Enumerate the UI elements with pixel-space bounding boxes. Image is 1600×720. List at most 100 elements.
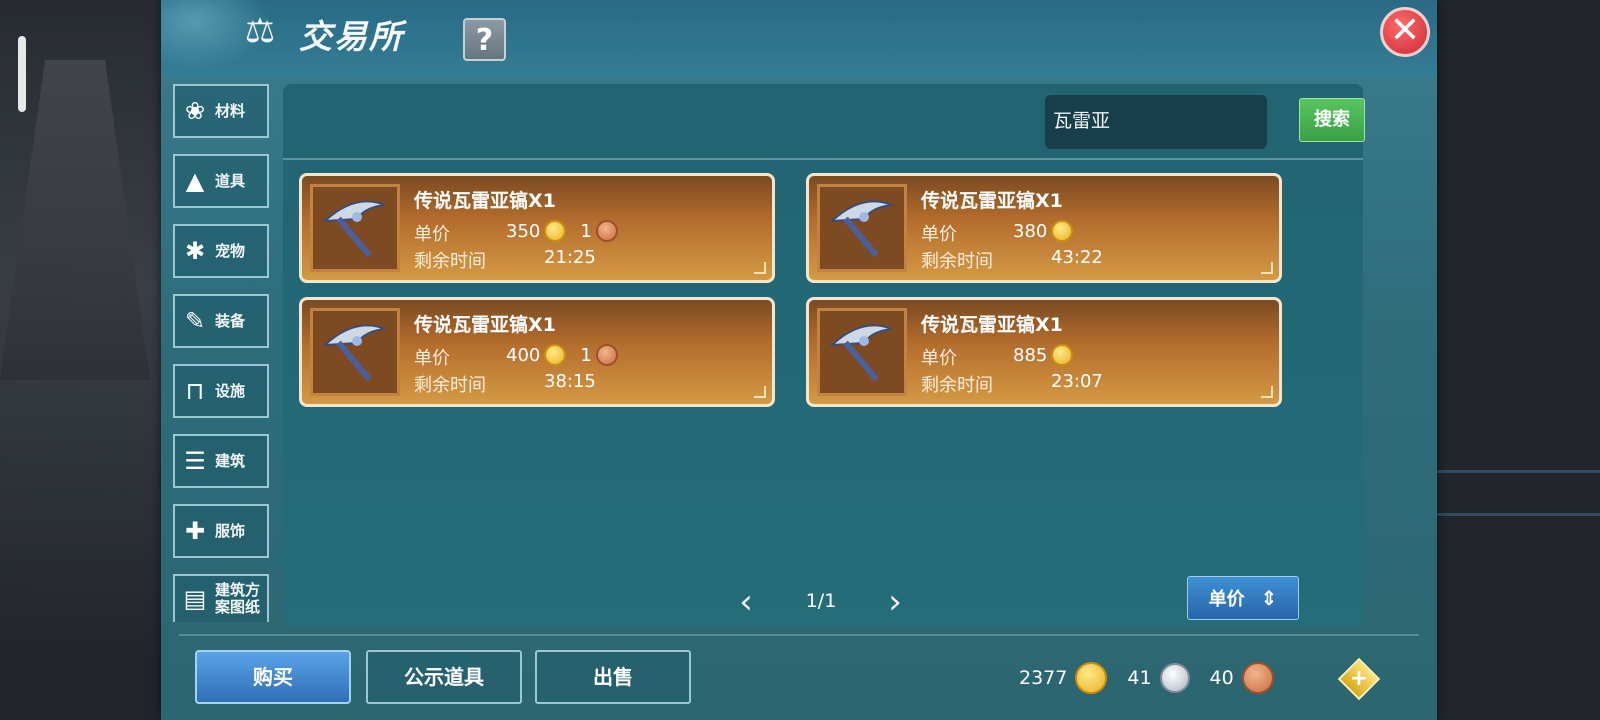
bronze-amount: 1 — [580, 220, 592, 242]
currency-bar: 2377 41 40 — [1019, 660, 1294, 696]
close-button[interactable]: ✕ — [1380, 7, 1430, 57]
close-icon: ✕ — [1389, 10, 1421, 51]
price-label: 单价 — [414, 348, 450, 369]
category-label: 装备 — [215, 311, 246, 330]
listing-card[interactable]: 传说瓦雷亚镐X1 单价 400 1 剩余时间 38:15 — [299, 297, 775, 407]
silver-coin-icon — [1159, 663, 1190, 693]
category-equipment[interactable]: ✎ 装备 — [173, 294, 269, 348]
item-frame — [817, 184, 907, 272]
equipment-icon: ✎ — [184, 307, 206, 335]
item-name: 传说瓦雷亚镐X1 — [921, 190, 1063, 212]
category-pet[interactable]: ✱ 宠物 — [173, 224, 269, 278]
item-name: 传说瓦雷亚镐X1 — [414, 314, 556, 336]
corner-mark — [1261, 386, 1273, 398]
bottom-divider — [179, 634, 1419, 636]
gold-coin-icon — [1075, 662, 1108, 694]
material-icon: ❀ — [184, 97, 206, 125]
paw-icon: ✱ — [184, 237, 206, 265]
help-button[interactable]: ? — [463, 18, 506, 61]
bronze-coin-icon — [595, 344, 618, 366]
panel-divider — [283, 158, 1363, 160]
search-input[interactable] — [1045, 95, 1267, 149]
building-icon: ☰ — [184, 447, 206, 475]
sort-arrow-icon: ⇕ — [1260, 586, 1278, 610]
scale-icon: ⚖ — [244, 11, 276, 51]
item-frame — [310, 184, 400, 272]
unit-price: 885 — [1013, 344, 1074, 366]
category-label: 建筑方 案图纸 — [215, 581, 261, 616]
category-building[interactable]: ☰ 建筑 — [173, 434, 269, 488]
sort-label: 单价 — [1208, 589, 1245, 610]
gold-coin-icon — [544, 344, 567, 366]
prev-page-button[interactable]: ‹ — [731, 584, 761, 620]
bronze-coin-icon — [595, 220, 618, 242]
unit-price: 380 — [1013, 220, 1074, 242]
corner-mark — [1261, 262, 1273, 274]
pickaxe-icon — [322, 200, 386, 258]
gold-coin-icon — [1051, 344, 1074, 366]
chevron-left-icon: ‹ — [739, 582, 753, 622]
bronze-amount: 1 — [580, 344, 592, 366]
price-value: 350 — [506, 220, 541, 242]
remaining-time: 38:15 — [544, 371, 596, 392]
price-value: 400 — [506, 344, 541, 366]
time-label: 剩余时间 — [921, 375, 993, 396]
category-label: 设施 — [215, 381, 246, 400]
item-frame — [310, 308, 400, 396]
corner-mark — [754, 386, 766, 398]
category-blueprint[interactable]: ▤ 建筑方 案图纸 — [173, 574, 269, 622]
listing-panel: 搜索 传说瓦雷亚镐X1 单价 350 1 剩余时间 21:25 — [283, 84, 1365, 627]
remaining-time: 43:22 — [1051, 247, 1103, 268]
remaining-time: 21:25 — [544, 247, 596, 268]
unit-price: 400 1 — [506, 344, 618, 366]
category-label: 道具 — [215, 171, 246, 190]
corner-mark — [754, 262, 766, 274]
blueprint-icon: ▤ — [183, 585, 207, 613]
price-label: 单价 — [414, 224, 450, 245]
clothing-icon: ✚ — [184, 517, 206, 545]
time-label: 剩余时间 — [414, 375, 486, 396]
next-page-button[interactable]: › — [880, 584, 910, 620]
time-label: 剩余时间 — [921, 251, 993, 272]
category-label: 服饰 — [215, 521, 246, 540]
gold-coin-icon — [544, 220, 567, 242]
pickaxe-icon — [322, 324, 386, 382]
screen-handle[interactable] — [18, 36, 26, 112]
window-title: 交易所 — [299, 17, 404, 56]
pickaxe-icon — [829, 200, 893, 258]
bronze-coin-icon — [1241, 662, 1274, 694]
category-item[interactable]: ▲ 道具 — [173, 154, 269, 208]
add-currency-button[interactable]: + — [1337, 657, 1381, 701]
listing-card[interactable]: 传说瓦雷亚镐X1 单价 885 剩余时间 23:07 — [806, 297, 1282, 407]
sell-tab[interactable]: 出售 — [535, 650, 691, 704]
sort-by-price-button[interactable]: 单价 ⇕ — [1187, 576, 1299, 620]
price-value: 885 — [1013, 344, 1048, 366]
plus-icon: + — [1349, 666, 1369, 691]
gold-amount: 2377 — [1019, 667, 1068, 689]
category-clothing[interactable]: ✚ 服饰 — [173, 504, 269, 558]
window-header: ⚖ 交易所 ? ✕ — [161, 0, 1437, 78]
page-indicator: 1/1 — [805, 590, 837, 612]
price-label: 单价 — [921, 224, 957, 245]
listing-card[interactable]: 传说瓦雷亚镐X1 单价 380 剩余时间 43:22 — [806, 173, 1282, 283]
category-facility[interactable]: ⊓ 设施 — [173, 364, 269, 418]
price-value: 380 — [1013, 220, 1048, 242]
pickaxe-icon — [829, 324, 893, 382]
chevron-right-icon: › — [888, 582, 902, 622]
search-button[interactable]: 搜索 — [1299, 98, 1365, 142]
category-material[interactable]: ❀ 材料 — [173, 84, 269, 138]
category-label: 材料 — [215, 101, 246, 120]
category-label: 建筑 — [215, 451, 246, 470]
silver-amount: 41 — [1127, 667, 1152, 689]
buy-tab[interactable]: 购买 — [195, 650, 351, 704]
listing-card[interactable]: 传说瓦雷亚镐X1 单价 350 1 剩余时间 21:25 — [299, 173, 775, 283]
facility-icon: ⊓ — [185, 377, 205, 405]
price-label: 单价 — [921, 348, 957, 369]
item-name: 传说瓦雷亚镐X1 — [921, 314, 1063, 336]
public-items-tab[interactable]: 公示道具 — [366, 650, 522, 704]
exchange-window: ⚖ 交易所 ? ✕ ❀ 材料 ▲ 道具 ✱ 宠物 ✎ 装备 ⊓ 设施 ☰ 建筑 — [161, 0, 1437, 720]
item-frame — [817, 308, 907, 396]
potion-icon: ▲ — [185, 167, 205, 195]
bronze-amount: 40 — [1209, 667, 1234, 689]
category-label: 宠物 — [215, 241, 246, 260]
